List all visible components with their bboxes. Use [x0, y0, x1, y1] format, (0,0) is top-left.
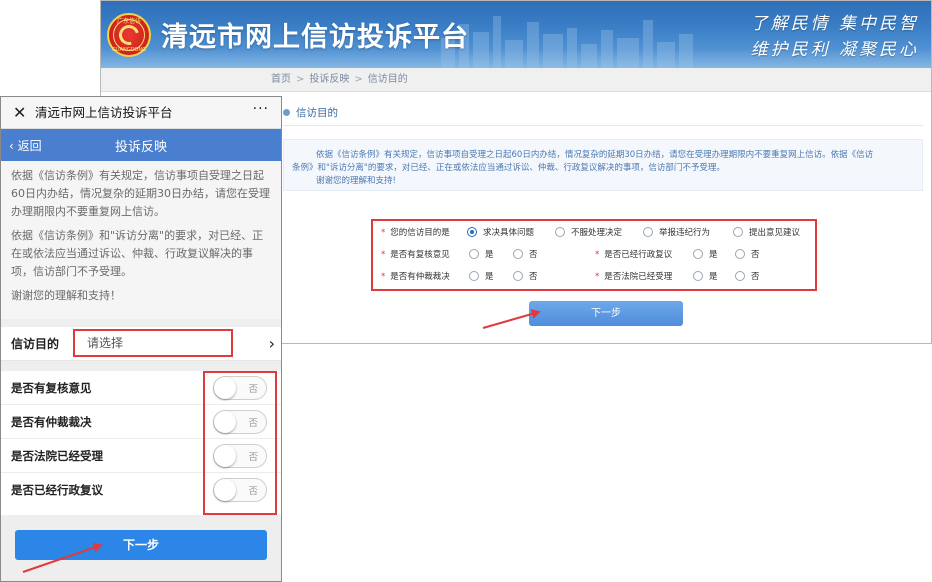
- site-title: 清远市网上信访投诉平台: [161, 22, 469, 53]
- required-mark: *: [595, 250, 600, 260]
- option-label: 是: [709, 250, 718, 260]
- breadcrumb-separator: >: [354, 74, 363, 85]
- radio-icon[interactable]: [693, 270, 703, 281]
- purpose-option-1[interactable]: 不服处理决定: [555, 222, 622, 244]
- court-row: * 是否法院已经受理: [595, 266, 672, 288]
- required-mark: *: [595, 272, 600, 282]
- divider: [1, 361, 281, 371]
- breadcrumb: 首页 > 投诉反映 > 信访目的: [101, 68, 931, 92]
- radio-icon[interactable]: [555, 226, 565, 237]
- review-yes[interactable]: 是: [469, 244, 494, 266]
- option-label: 不服处理决定: [571, 228, 623, 238]
- mobile-page-title: 投诉反映: [114, 140, 167, 155]
- purpose-option-2[interactable]: 举报违纪行为: [643, 222, 710, 244]
- arbitration-no[interactable]: 否: [513, 266, 538, 288]
- toggle-highlight-box: [203, 371, 277, 515]
- mobile-app-title: 清远市网上信访投诉平台: [35, 105, 173, 120]
- admin-review-label: 是否已经行政复议: [604, 250, 673, 260]
- breadcrumb-complaint[interactable]: 投诉反映: [309, 74, 349, 85]
- site-banner: 广东信访 GUANGDONG 清远市网上信访投诉平台 了解民情 集中民智 维护民…: [101, 1, 931, 68]
- divider: [1, 319, 281, 327]
- mobile-notice: 依据《信访条例》有关规定，信访事项自受理之日起60日内办结，情况复杂的延期30日…: [1, 161, 281, 319]
- option-label: 举报违纪行为: [659, 228, 711, 238]
- purpose-label: 您的信访目的是: [390, 228, 450, 238]
- toggle-label: 是否法院已经受理: [11, 449, 103, 463]
- toggle-label: 是否已经行政复议: [11, 483, 103, 497]
- desktop-next-button[interactable]: 下一步: [529, 301, 683, 326]
- purpose-option-3[interactable]: 提出意见建议: [733, 222, 800, 244]
- mobile-title-bar: ✕ 清远市网上信访投诉平台 ···: [1, 97, 281, 129]
- mobile-notice-para-1: 依据《信访条例》有关规定，信访事项自受理之日起60日内办结，情况复杂的延期30日…: [11, 169, 270, 218]
- radio-icon[interactable]: [513, 270, 523, 281]
- notice-box: 依据《信访条例》有关规定，信访事项自受理之日起60日内办结，情况复杂的延期30日…: [283, 139, 923, 191]
- purpose-label: 信访目的: [11, 337, 60, 351]
- required-mark: *: [381, 272, 386, 282]
- toggle-label: 是否有复核意见: [11, 381, 92, 395]
- option-label: 提出意见建议: [749, 228, 801, 238]
- option-label: 否: [529, 250, 538, 260]
- purpose-field: 信访目的 请选择 ›: [1, 327, 281, 361]
- required-mark: *: [381, 250, 386, 260]
- radio-icon[interactable]: [513, 248, 523, 259]
- radio-icon[interactable]: [643, 226, 653, 237]
- notice-line-1: 依据《信访条例》有关规定，信访事项自受理之日起60日内办结，情况复杂的延期30日…: [316, 150, 874, 160]
- slogan-line-2: 维护民利 凝聚民心: [750, 40, 919, 60]
- radio-icon[interactable]: [469, 270, 479, 281]
- slogan-line-1: 了解民情 集中民智: [750, 14, 919, 34]
- form-highlight-box: * 您的信访目的是 求决具体问题 不服处理决定 举报违纪行为 提出意见建议 * 是否…: [371, 219, 817, 291]
- emblem-bottom-text: GUANGDONG: [112, 47, 146, 53]
- radio-checked-icon[interactable]: [467, 226, 477, 237]
- radio-icon[interactable]: [735, 270, 745, 281]
- notice-line-3: 谢谢您的理解和支持!: [316, 176, 396, 186]
- toggle-label: 是否有仲裁裁决: [11, 415, 92, 429]
- emblem-logo: 广东信访 GUANGDONG: [107, 13, 151, 57]
- section-title-text: 信访目的: [296, 107, 338, 119]
- option-label: 是: [485, 250, 494, 260]
- chevron-right-icon[interactable]: ›: [269, 334, 275, 354]
- review-label: 是否有复核意见: [390, 250, 450, 260]
- mobile-window: ✕ 清远市网上信访投诉平台 ··· ‹ 返回 投诉反映 依据《信访条例》有关规定…: [0, 96, 282, 582]
- mobile-nav-bar: ‹ 返回 投诉反映: [1, 129, 281, 161]
- review-no[interactable]: 否: [513, 244, 538, 266]
- purpose-row: * 您的信访目的是: [381, 222, 450, 244]
- mobile-notice-para-3: 谢谢您的理解和支持！: [11, 289, 121, 302]
- required-mark: *: [381, 228, 386, 238]
- arbitration-row: * 是否有仲裁裁决: [381, 266, 450, 288]
- option-label: 求决具体问题: [483, 228, 535, 238]
- skyline-decoration: [441, 1, 701, 68]
- option-label: 是: [709, 272, 718, 282]
- radio-icon[interactable]: [735, 248, 745, 259]
- radio-icon[interactable]: [733, 226, 743, 237]
- admin-review-yes[interactable]: 是: [693, 244, 718, 266]
- court-no[interactable]: 否: [735, 266, 760, 288]
- screenshot-canvas: 广东信访 GUANGDONG 清远市网上信访投诉平台 了解民情 集中民智 维护民…: [0, 0, 932, 582]
- option-label: 否: [751, 272, 760, 282]
- court-label: 是否法院已经受理: [604, 272, 673, 282]
- radio-icon[interactable]: [693, 248, 703, 259]
- arbitration-yes[interactable]: 是: [469, 266, 494, 288]
- option-label: 否: [751, 250, 760, 260]
- purpose-select[interactable]: 请选择: [73, 329, 233, 357]
- court-yes[interactable]: 是: [693, 266, 718, 288]
- arbitration-label: 是否有仲裁裁决: [390, 272, 450, 282]
- breadcrumb-separator: >: [296, 74, 305, 85]
- close-icon[interactable]: ✕: [13, 103, 26, 123]
- review-row: * 是否有复核意见: [381, 244, 450, 266]
- bullet-dot-icon: [283, 108, 290, 116]
- more-icon[interactable]: ···: [253, 101, 269, 117]
- purpose-option-0[interactable]: 求决具体问题: [467, 222, 534, 244]
- breadcrumb-home[interactable]: 首页: [271, 74, 291, 85]
- mobile-next-button[interactable]: 下一步: [15, 530, 267, 560]
- section-title: 信访目的: [283, 105, 338, 121]
- mobile-notice-para-2: 依据《信访条例》和"诉访分离"的要求，对已经、正在或依法应当通过诉讼、仲裁、行政…: [11, 229, 264, 278]
- radio-icon[interactable]: [469, 248, 479, 259]
- notice-line-2: 条例》和"诉访分离"的要求，对已经、正在或依法应当通过诉讼、仲裁、行政复议解决的…: [292, 163, 725, 173]
- section-divider: [283, 125, 923, 126]
- breadcrumb-current: 信访目的: [367, 74, 408, 85]
- admin-review-row: * 是否已经行政复议: [595, 244, 672, 266]
- option-label: 是: [485, 272, 494, 282]
- option-label: 否: [529, 272, 538, 282]
- admin-review-no[interactable]: 否: [735, 244, 760, 266]
